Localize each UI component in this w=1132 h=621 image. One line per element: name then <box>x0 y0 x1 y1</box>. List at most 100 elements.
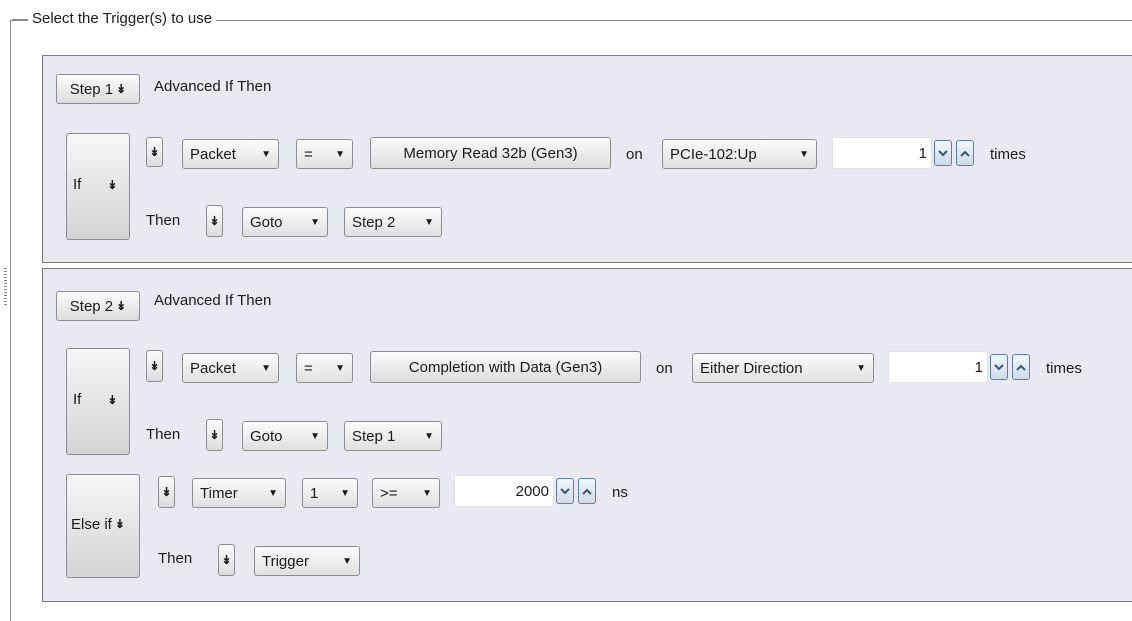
step-2-else-if-button[interactable]: Else if ↡ <box>66 474 140 578</box>
if-label: If <box>73 391 82 408</box>
chevron-double-down-icon: ↡ <box>209 428 220 442</box>
chevron-up-icon <box>1016 364 1026 371</box>
step-2-else-action-select[interactable]: Trigger ▼ <box>254 546 360 576</box>
step-2-then-label: Then <box>146 426 181 443</box>
dropdown-arrow-icon: ▼ <box>340 487 350 499</box>
step-2-else-then-menu-button[interactable]: ↡ <box>218 544 235 576</box>
step-2-else-then-label: Then <box>158 550 193 567</box>
step-2-else-condition-menu-button[interactable]: ↡ <box>158 476 175 508</box>
timer-field-value: Timer <box>200 484 238 502</box>
step-2-else-operator-select[interactable]: >= ▼ <box>372 478 440 508</box>
field-value: Packet <box>190 145 236 163</box>
dropdown-arrow-icon: ▼ <box>342 555 352 567</box>
step-1-times-label: times <box>990 146 1026 163</box>
chevron-double-down-icon: ↡ <box>161 485 172 499</box>
chevron-double-down-icon: ↡ <box>107 177 118 192</box>
chevron-double-down-icon: ↡ <box>107 392 118 407</box>
chevron-down-icon <box>560 487 570 494</box>
step-1-button[interactable]: Step 1 ↡ <box>56 74 140 104</box>
step-1-label: Step 1 <box>69 80 114 98</box>
step-1-count-decrement[interactable] <box>934 140 952 166</box>
operator-value: = <box>304 145 313 163</box>
direction-value: PCIe-102:Up <box>670 145 757 163</box>
dropdown-arrow-icon: ▼ <box>335 362 345 374</box>
step-2-button[interactable]: Step 2 ↡ <box>56 291 140 321</box>
step-2-timer-value-input[interactable]: 2000 <box>454 475 554 507</box>
step-2-on-label: on <box>656 360 673 377</box>
dropdown-arrow-icon: ▼ <box>261 148 271 160</box>
chevron-double-down-icon: ↡ <box>116 299 127 313</box>
action-value: Goto <box>250 213 283 231</box>
step-1-on-label: on <box>626 146 643 163</box>
else-operator-value: >= <box>380 484 398 502</box>
chevron-down-icon <box>938 149 948 156</box>
step-1-then-menu-button[interactable]: ↡ <box>206 205 223 237</box>
step-1-target-select[interactable]: Step 2 ▼ <box>344 207 442 237</box>
timer-index-value: 1 <box>310 484 319 502</box>
chevron-up-icon <box>582 488 592 495</box>
step-2-direction-select[interactable]: Either Direction ▼ <box>692 353 874 383</box>
groupbox-title: Select the Trigger(s) to use <box>28 10 217 27</box>
dropdown-arrow-icon: ▼ <box>310 430 320 442</box>
step-1-direction-select[interactable]: PCIe-102:Up ▼ <box>662 139 817 169</box>
dropdown-arrow-icon: ▼ <box>335 148 345 160</box>
step-2-packet-type-button[interactable]: Completion with Data (Gen3) <box>370 351 641 383</box>
dropdown-arrow-icon: ▼ <box>261 362 271 374</box>
target-value: Step 2 <box>352 213 396 231</box>
step-2-count-decrement[interactable] <box>990 354 1008 380</box>
else-action-value: Trigger <box>262 552 309 570</box>
step-2-timer-index-select[interactable]: 1 ▼ <box>302 478 358 508</box>
field-value: Packet <box>190 359 236 377</box>
step-2-mode-label: Advanced If Then <box>154 292 272 309</box>
step-1-count-input[interactable]: 1 <box>832 137 932 169</box>
dropdown-arrow-icon: ▼ <box>424 430 434 442</box>
step-1-then-label: Then <box>146 212 181 229</box>
chevron-double-down-icon: ↡ <box>149 359 160 373</box>
dropdown-arrow-icon: ▼ <box>424 216 434 228</box>
step-2-operator-select[interactable]: = ▼ <box>296 353 353 383</box>
chevron-double-down-icon: ↡ <box>116 82 127 96</box>
step-1-count-increment[interactable] <box>956 140 974 166</box>
step-2-then-menu-button[interactable]: ↡ <box>206 419 223 451</box>
operator-value: = <box>304 359 313 377</box>
step-2-label: Step 2 <box>69 297 114 315</box>
chevron-double-down-icon: ↡ <box>221 553 232 567</box>
target-value: Step 1 <box>352 427 396 445</box>
step-2-condition-menu-button[interactable]: ↡ <box>146 350 163 382</box>
else-if-label: Else if <box>71 515 112 533</box>
step-2-if-button[interactable]: If ↡ <box>66 348 130 455</box>
step-2-timer-unit-label: ns <box>612 484 628 501</box>
step-2-times-label: times <box>1046 360 1082 377</box>
step-2-timer-increment[interactable] <box>578 478 596 504</box>
step-2-else-field-select[interactable]: Timer ▼ <box>192 478 286 508</box>
step-1-packet-type-button[interactable]: Memory Read 32b (Gen3) <box>370 137 611 169</box>
if-label: If <box>73 176 82 193</box>
chevron-up-icon <box>960 150 970 157</box>
dropdown-arrow-icon: ▼ <box>310 216 320 228</box>
chevron-double-down-icon: ↡ <box>114 517 125 531</box>
step-1-if-button[interactable]: If ↡ <box>66 133 130 240</box>
step-1-condition-menu-button[interactable]: ↡ <box>146 137 163 167</box>
chevron-down-icon <box>994 363 1004 370</box>
chevron-double-down-icon: ↡ <box>209 214 220 228</box>
dropdown-arrow-icon: ▼ <box>268 487 278 499</box>
step-1-field-select[interactable]: Packet ▼ <box>182 139 279 169</box>
packet-type-value: Completion with Data (Gen3) <box>408 358 603 376</box>
dropdown-arrow-icon: ▼ <box>422 487 432 499</box>
step-2-timer-decrement[interactable] <box>556 478 574 504</box>
step-1-operator-select[interactable]: = ▼ <box>296 139 353 169</box>
step-2-target-select[interactable]: Step 1 ▼ <box>344 421 442 451</box>
step-2-field-select[interactable]: Packet ▼ <box>182 353 279 383</box>
chevron-double-down-icon: ↡ <box>149 145 160 159</box>
dropdown-arrow-icon: ▼ <box>799 148 809 160</box>
step-1-action-select[interactable]: Goto ▼ <box>242 207 328 237</box>
packet-type-value: Memory Read 32b (Gen3) <box>403 144 578 162</box>
step-2-count-increment[interactable] <box>1012 354 1030 380</box>
direction-value: Either Direction <box>700 359 803 377</box>
resize-grip[interactable] <box>4 268 7 306</box>
step-2-action-select[interactable]: Goto ▼ <box>242 421 328 451</box>
action-value: Goto <box>250 427 283 445</box>
groupbox-border-stub <box>12 19 28 20</box>
step-2-count-input[interactable]: 1 <box>888 351 988 383</box>
step-1-mode-label: Advanced If Then <box>154 78 272 95</box>
